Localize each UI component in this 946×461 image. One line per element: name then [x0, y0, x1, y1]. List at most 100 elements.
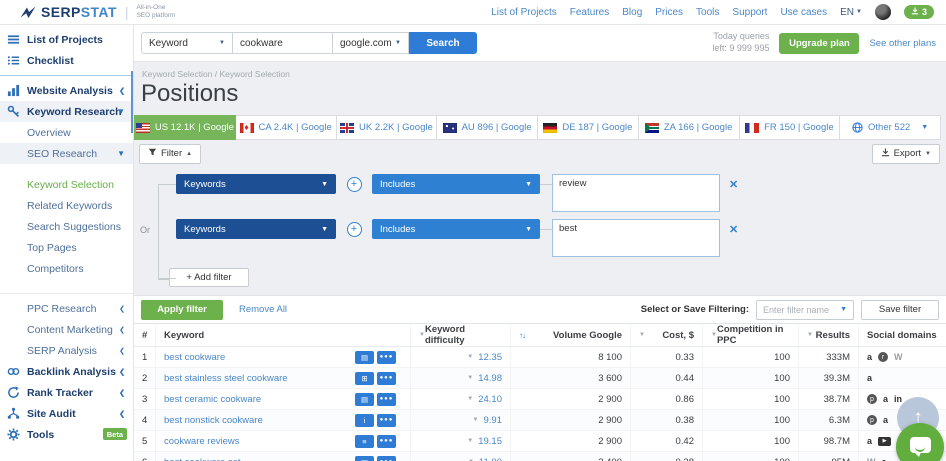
serp-feature-info-icon[interactable]: i [355, 414, 374, 427]
difficulty-value[interactable]: 14.98 [478, 373, 502, 384]
top-nav-link-support[interactable]: Support [732, 7, 767, 18]
youtube-icon[interactable]: ▶ [878, 437, 891, 446]
remove-all-link[interactable]: Remove All [239, 304, 287, 315]
remove-filter-icon[interactable]: ✕ [729, 178, 738, 191]
see-other-plans-link[interactable]: See other plans [869, 38, 936, 49]
column-header-volume[interactable]: ↑↓Volume Google [511, 324, 631, 346]
tab-ca[interactable]: CA 2.4K | Google [235, 115, 337, 140]
chevron-down-icon[interactable]: ▼ [473, 417, 479, 423]
linkedin-icon[interactable]: in [894, 395, 902, 404]
add-condition-icon[interactable]: + [347, 177, 362, 192]
serp-feature-shopping-icon[interactable]: ▣ [355, 456, 374, 461]
sort-icon[interactable]: ↑↓ [519, 331, 525, 340]
upgrade-plan-button[interactable]: Upgrade plan [779, 33, 859, 54]
sidebar-item-rank-tracker[interactable]: Rank Tracker❮ [0, 382, 133, 403]
chevron-down-icon[interactable]: ▼ [467, 375, 473, 381]
serp-feature-images-icon[interactable]: ⊞ [355, 372, 374, 385]
column-header-cost[interactable]: ▼Cost, $ [631, 324, 703, 346]
sidebar-item-ppc-research[interactable]: PPC Research❮ [0, 298, 133, 319]
chevron-down-icon[interactable]: ▼ [467, 438, 473, 444]
difficulty-value[interactable]: 11.00 [479, 457, 502, 461]
more-options-icon[interactable]: ●●● [377, 435, 396, 448]
amazon-icon[interactable]: a [867, 353, 872, 362]
more-options-icon[interactable]: ●●● [377, 351, 396, 364]
amazon-icon[interactable]: a [867, 437, 872, 446]
search-input[interactable] [233, 32, 333, 54]
sidebar-item-checklist[interactable]: Checklist [0, 50, 133, 71]
top-nav-link-features[interactable]: Features [570, 7, 609, 18]
filter-operator-select[interactable]: Includes▼ [372, 219, 540, 239]
top-nav-link-blog[interactable]: Blog [622, 7, 642, 18]
pinterest-icon[interactable]: p [867, 394, 877, 404]
amazon-icon[interactable]: a [882, 458, 887, 461]
add-condition-icon[interactable]: + [347, 222, 362, 237]
difficulty-value[interactable]: 19.15 [478, 436, 502, 447]
sidebar-item-seo-research[interactable]: SEO Research▼ [0, 143, 133, 164]
top-nav-link-list-of-projects[interactable]: List of Projects [491, 7, 557, 18]
avatar[interactable] [875, 4, 891, 20]
search-button[interactable]: Search [409, 32, 477, 54]
sidebar-item-site-audit[interactable]: Site Audit❮ [0, 403, 133, 424]
serp-feature-snippet-icon[interactable]: ▤ [355, 393, 374, 406]
remove-filter-icon[interactable]: ✕ [729, 223, 738, 236]
keyword-link[interactable]: cookware reviews [164, 436, 355, 447]
wikipedia-icon[interactable]: W [867, 458, 876, 461]
difficulty-value[interactable]: 24.10 [478, 394, 502, 405]
amazon-icon[interactable]: a [883, 395, 888, 404]
column-header-results[interactable]: ▼Results [799, 324, 859, 346]
tab-de[interactable]: DE 187 | Google [537, 115, 639, 140]
sidebar-item-content-marketing[interactable]: Content Marketing❮ [0, 319, 133, 340]
keyword-link[interactable]: best cookware set [164, 457, 355, 461]
keyword-link[interactable]: best stainless steel cookware [164, 373, 355, 384]
keyword-link[interactable]: best nonstick cookware [164, 415, 355, 426]
chevron-down-icon[interactable]: ▼ [467, 396, 473, 402]
tab-za[interactable]: ZA 166 | Google [638, 115, 740, 140]
filter-operator-select[interactable]: Includes▼ [372, 174, 540, 194]
sidebar-item-competitors[interactable]: Competitors [0, 258, 133, 279]
top-nav-link-prices[interactable]: Prices [655, 7, 683, 18]
sidebar-item-serp-analysis[interactable]: SERP Analysis❮ [0, 340, 133, 361]
serp-feature-list-icon[interactable]: ≡ [355, 435, 374, 448]
sidebar-item-list-of-projects[interactable]: List of Projects [0, 29, 133, 50]
keyword-link[interactable]: best ceramic cookware [164, 394, 355, 405]
sidebar-item-related-keywords[interactable]: Related Keywords [0, 195, 133, 216]
more-options-icon[interactable]: ●●● [377, 456, 396, 461]
tab-us[interactable]: US 12.1K | Google [134, 115, 236, 140]
filter-value-textarea[interactable] [552, 219, 720, 257]
difficulty-value[interactable]: 9.91 [484, 415, 503, 426]
tab-au[interactable]: AU 896 | Google [436, 115, 538, 140]
search-type-select[interactable]: Keyword▼ [141, 32, 233, 54]
sidebar-item-top-pages[interactable]: Top Pages [0, 237, 133, 258]
difficulty-value[interactable]: 12.35 [478, 352, 502, 363]
pinterest-icon[interactable]: p [867, 415, 877, 425]
reddit-icon[interactable]: r [878, 352, 888, 362]
wikipedia-icon[interactable]: W [894, 353, 903, 362]
filter-toggle-button[interactable]: Filter ▲ [139, 144, 201, 164]
more-options-icon[interactable]: ●●● [377, 372, 396, 385]
filter-chevron-icon[interactable]: ▼ [639, 332, 645, 338]
sidebar-item-keyword-research[interactable]: Keyword Research▼ [0, 101, 133, 122]
top-nav-link-tools[interactable]: Tools [696, 7, 719, 18]
column-header-competition[interactable]: ▼Competition in PPC [703, 324, 799, 346]
filter-field-select[interactable]: Keywords▼ [176, 174, 336, 194]
tab-gb[interactable]: UK 2.2K | Google [336, 115, 438, 140]
sidebar-item-website-analysis[interactable]: Website Analysis❮ [0, 80, 133, 101]
chevron-down-icon[interactable]: ▼ [467, 354, 473, 360]
scrollbar-thumb[interactable] [131, 71, 133, 133]
sidebar-item-keyword-selection[interactable]: Keyword Selection [0, 174, 133, 195]
keyword-link[interactable]: best cookware [164, 352, 355, 363]
save-filter-button[interactable]: Save filter [861, 300, 939, 320]
tab-globe[interactable]: Other 522▼ [839, 115, 941, 140]
sidebar-item-search-suggestions[interactable]: Search Suggestions [0, 216, 133, 237]
sidebar-item-tools[interactable]: ToolsBeta [0, 424, 133, 445]
search-engine-select[interactable]: google.com▼ [333, 32, 409, 54]
tab-fr[interactable]: FR 150 | Google [739, 115, 841, 140]
more-options-icon[interactable]: ●●● [377, 414, 396, 427]
more-options-icon[interactable]: ●●● [377, 393, 396, 406]
top-nav-link-use-cases[interactable]: Use cases [780, 7, 827, 18]
sidebar-item-backlink-analysis[interactable]: Backlink Analysis❮ [0, 361, 133, 382]
language-selector[interactable]: EN▼ [840, 7, 862, 18]
serp-feature-snippet-icon[interactable]: ▤ [355, 351, 374, 364]
filter-name-select[interactable]: Enter filter name ▼ [756, 300, 854, 320]
add-filter-button[interactable]: + Add filter [169, 268, 249, 287]
